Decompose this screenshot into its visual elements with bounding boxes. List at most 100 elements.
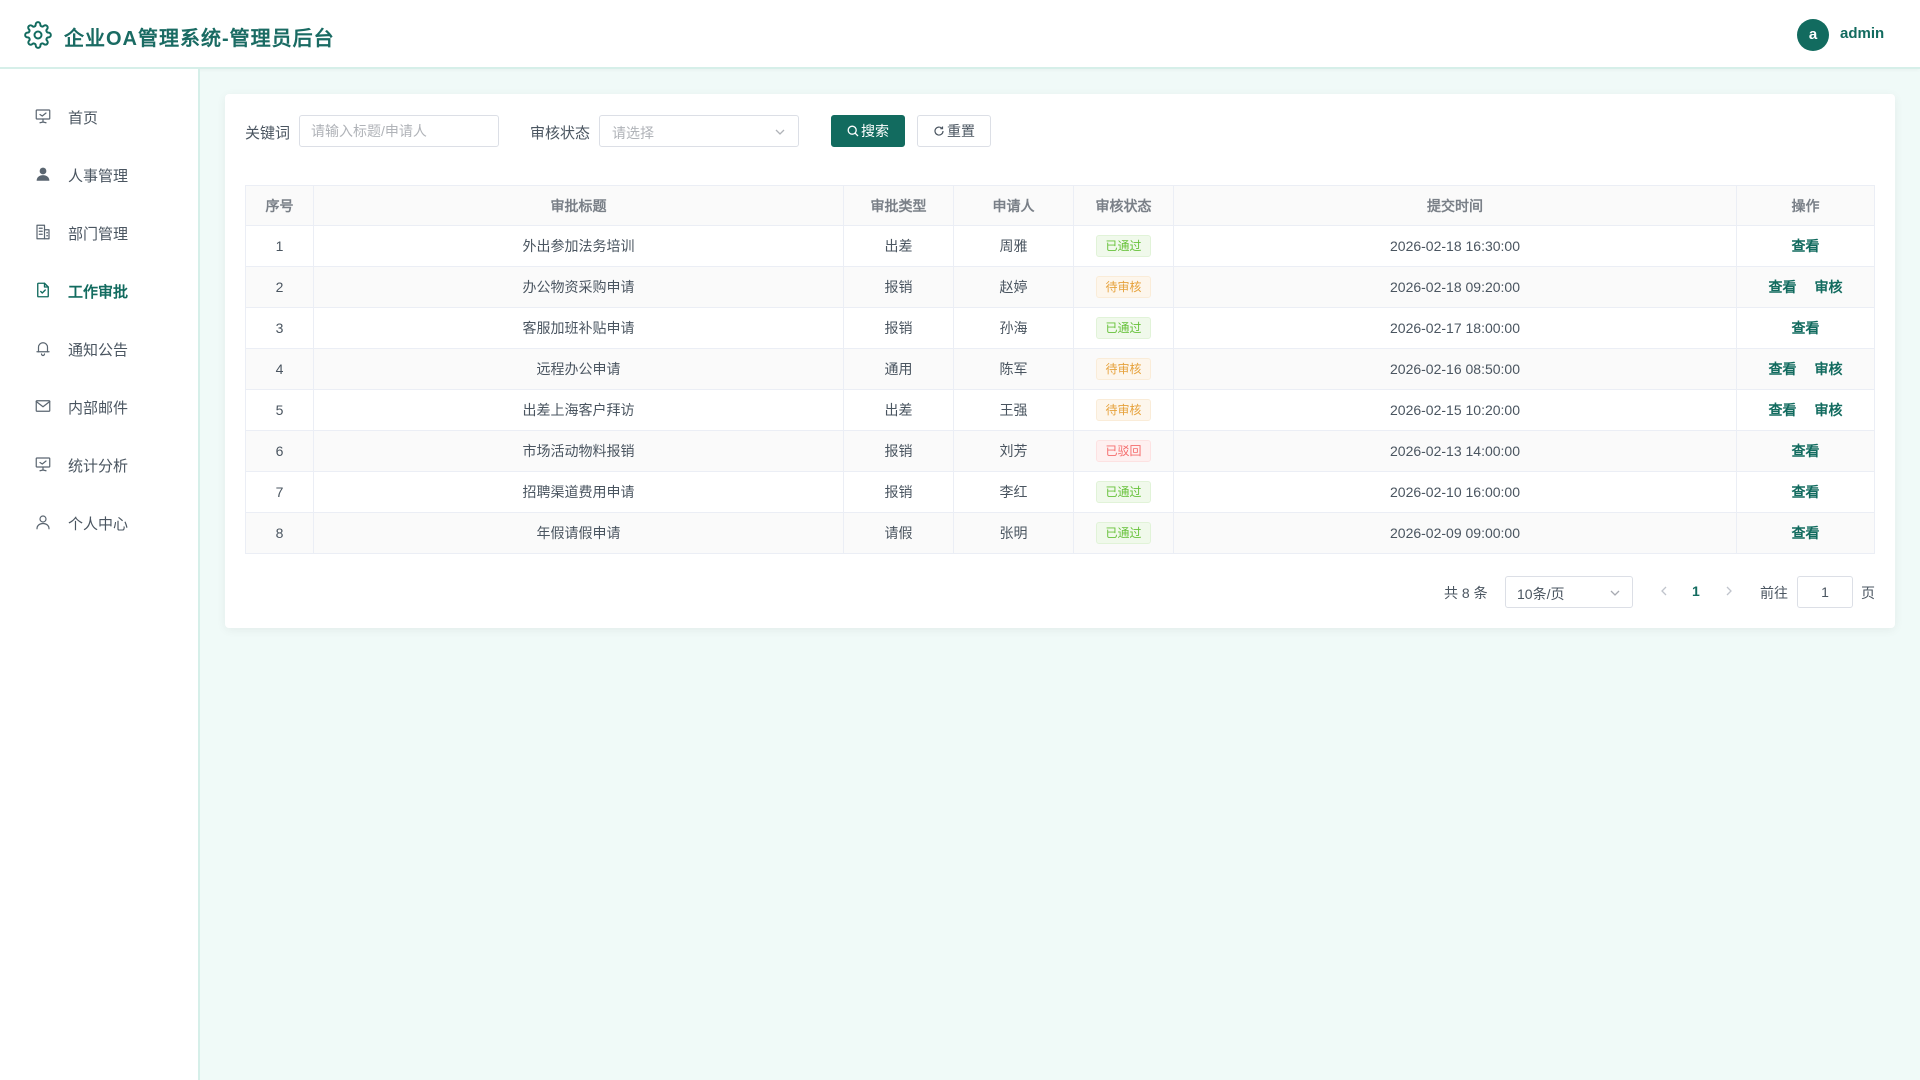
sidebar: 首页 人事管理 部门管理 工作审批 通知公告 内部邮件 统计分析 个人中心 — [0, 69, 200, 1080]
view-link[interactable]: 查看 — [1792, 525, 1820, 541]
status-badge: 待审核 — [1096, 399, 1151, 421]
cell-actions: 查看 审核 — [1736, 348, 1875, 390]
chevron-right-icon[interactable] — [1722, 584, 1736, 598]
sidebar-item-profile[interactable]: 个人中心 — [0, 500, 198, 544]
cell-actions: 查看 — [1736, 430, 1875, 472]
view-link[interactable]: 查看 — [1769, 279, 1797, 295]
cell-status: 已通过 — [1073, 225, 1174, 267]
view-link[interactable]: 查看 — [1792, 484, 1820, 500]
cell-status: 已通过 — [1073, 307, 1174, 349]
user-outline-icon — [34, 513, 52, 531]
sidebar-item-label: 统计分析 — [68, 458, 129, 475]
table-row: 4 远程办公申请 通用 陈军 待审核 2026-02-16 08:50:00 查… — [245, 348, 1875, 390]
sidebar-item-mail[interactable]: 内部邮件 — [0, 384, 198, 428]
cell-status: 已通过 — [1073, 512, 1174, 554]
column-header: 审核状态 — [1073, 185, 1174, 226]
table-row: 8 年假请假申请 请假 张明 已通过 2026-02-09 09:00:00 查… — [245, 512, 1875, 554]
table-row: 5 出差上海客户拜访 出差 王强 待审核 2026-02-15 10:20:00… — [245, 389, 1875, 431]
cell-actions: 查看 — [1736, 307, 1875, 349]
cell-status: 已通过 — [1073, 471, 1174, 513]
cell-applicant: 周雅 — [953, 225, 1074, 267]
cell-type: 报销 — [843, 471, 954, 513]
cell-type: 报销 — [843, 307, 954, 349]
chart-board-icon — [34, 455, 52, 473]
cell-status: 待审核 — [1073, 266, 1174, 308]
avatar[interactable]: a — [1797, 19, 1829, 51]
cell-type: 报销 — [843, 430, 954, 472]
status-badge: 已通过 — [1096, 481, 1151, 503]
table-row: 6 市场活动物料报销 报销 刘芳 已驳回 2026-02-13 14:00:00… — [245, 430, 1875, 472]
cell-actions: 查看 审核 — [1736, 266, 1875, 308]
chevron-down-icon — [1610, 590, 1620, 596]
view-link[interactable]: 查看 — [1769, 402, 1797, 418]
page-number-current[interactable]: 1 — [1692, 583, 1700, 599]
table-row: 1 外出参加法务培训 出差 周雅 已通过 2026-02-18 16:30:00… — [245, 225, 1875, 267]
page-size-select[interactable]: 10条/页 — [1505, 576, 1633, 608]
sidebar-item-statistics[interactable]: 统计分析 — [0, 442, 198, 486]
view-link[interactable]: 查看 — [1792, 443, 1820, 459]
sidebar-item-home[interactable]: 首页 — [0, 94, 198, 138]
view-link[interactable]: 查看 — [1769, 361, 1797, 377]
column-header: 操作 — [1736, 185, 1875, 226]
search-button[interactable]: 搜索 — [831, 115, 905, 147]
cell-no: 8 — [245, 512, 314, 554]
cell-time: 2026-02-15 10:20:00 — [1173, 389, 1737, 431]
page-size-value: 10条/页 — [1517, 586, 1565, 602]
username[interactable]: admin — [1840, 25, 1884, 42]
review-link[interactable]: 审核 — [1815, 361, 1843, 377]
presentation-icon — [34, 107, 52, 125]
cell-applicant: 王强 — [953, 389, 1074, 431]
sidebar-item-hr[interactable]: 人事管理 — [0, 152, 198, 196]
reset-button-label: 重置 — [947, 123, 975, 139]
page-jump-input[interactable] — [1797, 576, 1853, 608]
column-header: 审批类型 — [843, 185, 954, 226]
chevron-left-icon[interactable] — [1657, 584, 1671, 598]
cell-time: 2026-02-18 16:30:00 — [1173, 225, 1737, 267]
cell-type: 请假 — [843, 512, 954, 554]
column-header: 审批标题 — [313, 185, 844, 226]
reset-button[interactable]: 重置 — [917, 115, 991, 147]
user-icon — [34, 165, 52, 183]
refresh-icon — [934, 126, 944, 136]
goto-label: 前往 — [1760, 585, 1788, 601]
gear-icon — [24, 21, 52, 49]
table-header-row: 序号 审批标题 审批类型 申请人 审核状态 提交时间 操作 — [245, 185, 1875, 226]
status-select-placeholder: 请选择 — [612, 125, 654, 141]
sidebar-item-label: 工作审批 — [68, 284, 129, 301]
document-check-icon — [34, 281, 52, 299]
cell-title: 远程办公申请 — [313, 348, 844, 390]
status-badge: 待审核 — [1096, 358, 1151, 380]
review-link[interactable]: 审核 — [1815, 402, 1843, 418]
top-header: 企业OA管理系统-管理员后台 a admin — [0, 0, 1920, 69]
keyword-label: 关键词 — [245, 125, 291, 142]
status-badge: 已通过 — [1096, 522, 1151, 544]
keyword-input[interactable] — [299, 115, 499, 147]
status-select[interactable]: 请选择 — [599, 115, 799, 147]
cell-title: 年假请假申请 — [313, 512, 844, 554]
cell-actions: 查看 — [1736, 471, 1875, 513]
cell-applicant: 陈军 — [953, 348, 1074, 390]
sidebar-item-department[interactable]: 部门管理 — [0, 210, 198, 254]
search-icon — [847, 125, 859, 137]
cell-type: 出差 — [843, 389, 954, 431]
cell-status: 已驳回 — [1073, 430, 1174, 472]
review-link[interactable]: 审核 — [1815, 279, 1843, 295]
view-link[interactable]: 查看 — [1792, 320, 1820, 336]
table-row: 7 招聘渠道费用申请 报销 李红 已通过 2026-02-10 16:00:00… — [245, 471, 1875, 513]
view-link[interactable]: 查看 — [1792, 238, 1820, 254]
status-badge: 已通过 — [1096, 235, 1151, 257]
page-suffix-label: 页 — [1861, 585, 1875, 601]
cell-applicant: 李红 — [953, 471, 1074, 513]
cell-type: 报销 — [843, 266, 954, 308]
sidebar-item-label: 内部邮件 — [68, 400, 129, 417]
sidebar-item-notice[interactable]: 通知公告 — [0, 326, 198, 370]
sidebar-item-approval[interactable]: 工作审批 — [0, 268, 198, 312]
cell-no: 5 — [245, 389, 314, 431]
pagination-total: 共 8 条 — [1444, 585, 1488, 601]
cell-title: 外出参加法务培训 — [313, 225, 844, 267]
cell-actions: 查看 审核 — [1736, 389, 1875, 431]
cell-time: 2026-02-16 08:50:00 — [1173, 348, 1737, 390]
cell-actions: 查看 — [1736, 512, 1875, 554]
building-icon — [34, 223, 52, 241]
sidebar-item-label: 通知公告 — [68, 342, 129, 359]
